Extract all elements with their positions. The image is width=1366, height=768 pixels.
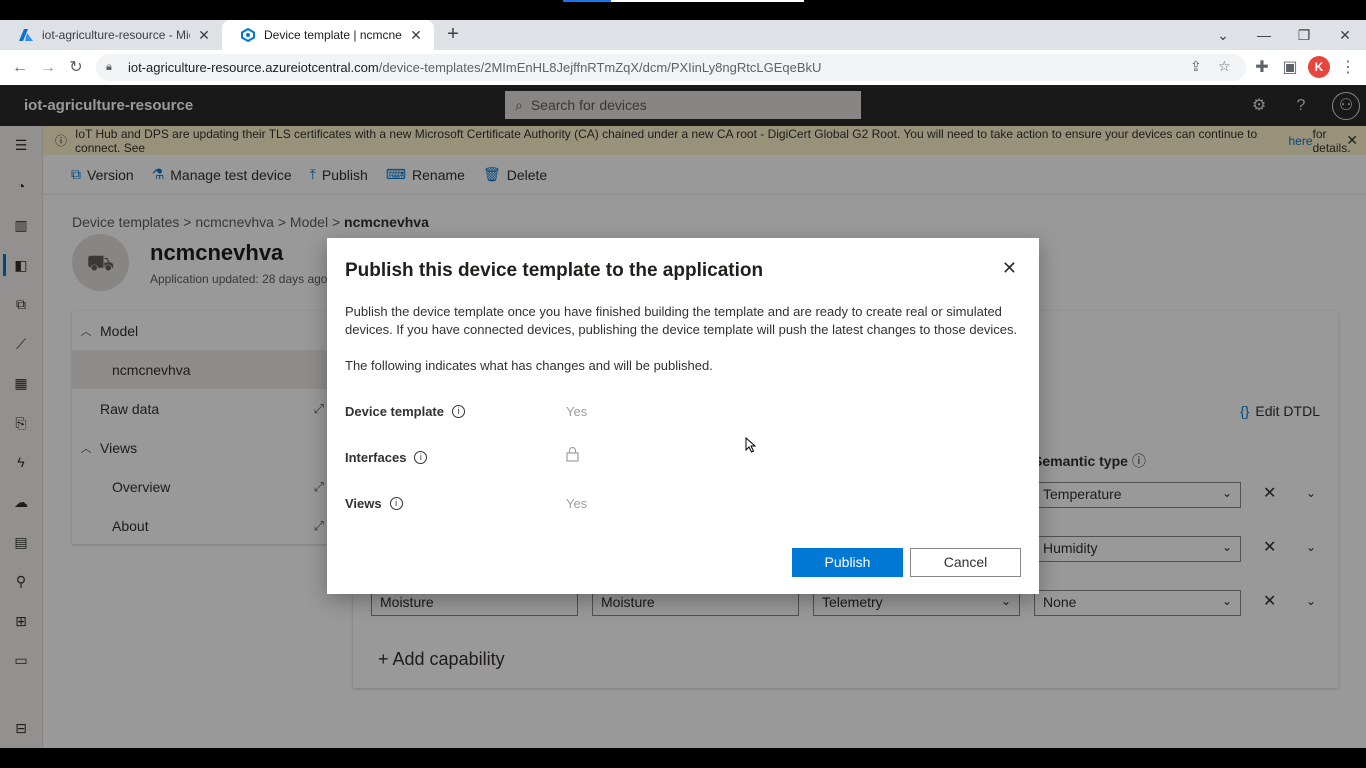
close-window-icon[interactable]: ✕ <box>1325 20 1365 50</box>
lock-icon: 🔒︎ <box>106 61 112 73</box>
dialog-changes-text: The following indicates what has changes… <box>345 358 713 373</box>
info-icon[interactable]: i <box>414 451 428 464</box>
top-strip-indicator-2 <box>611 0 804 2</box>
profile-avatar[interactable]: K <box>1308 56 1330 78</box>
address-bar[interactable]: 🔒︎ iot-agriculture-resource.azureiotcent… <box>96 54 1246 81</box>
url-path: /device-templates/2MImEnHL8JejffnRTmZqX/… <box>378 60 822 75</box>
close-tab-icon[interactable]: ✕ <box>408 27 424 44</box>
reload-icon[interactable]: ↻ <box>64 56 88 80</box>
publish-dialog: Publish this device template to the appl… <box>327 238 1039 594</box>
url-host: iot-agriculture-resource.azureiotcentral… <box>128 60 379 75</box>
bookmark-star-icon[interactable]: ☆ <box>1218 58 1231 75</box>
interfaces-label: Interfaces i <box>345 450 428 465</box>
lock-icon <box>566 446 579 465</box>
top-strip <box>0 0 1366 20</box>
views-label: Views i <box>345 496 403 511</box>
publish-button[interactable]: Publish <box>792 548 903 577</box>
extensions-icon[interactable]: ✚ <box>1250 56 1274 80</box>
info-icon[interactable]: i <box>389 497 403 510</box>
sidepanel-icon[interactable]: ▣ <box>1278 56 1302 80</box>
browser-toolbar: ← → ↻ 🔒︎ iot-agriculture-resource.azurei… <box>0 50 1366 85</box>
item-label: Views <box>345 496 382 511</box>
info-icon[interactable]: i <box>452 405 465 418</box>
item-label: Device template <box>345 404 444 419</box>
dialog-description: Publish the device template once you hav… <box>345 304 1018 337</box>
browser-tab-strip: iot-agriculture-resource - Micros ✕ Devi… <box>0 20 1366 50</box>
minimize-icon[interactable]: — <box>1244 20 1284 50</box>
forward-icon[interactable]: → <box>36 56 60 80</box>
restore-icon[interactable]: ❐ <box>1284 20 1324 50</box>
mouse-cursor-icon <box>745 437 757 453</box>
browser-tab-2[interactable]: Device template | ncmcnevhva, ic ✕ <box>222 20 434 50</box>
tab-search-icon[interactable]: ⌄ <box>1203 20 1243 50</box>
browser-menu-icon[interactable]: ⋮ <box>1336 56 1360 80</box>
views-value: Yes <box>566 496 588 511</box>
bottom-strip <box>0 748 1366 768</box>
tab-title: iot-agriculture-resource - Micros <box>42 28 190 42</box>
browser-tab-1[interactable]: iot-agriculture-resource - Micros ✕ <box>0 20 222 50</box>
close-tab-icon[interactable]: ✕ <box>196 27 212 44</box>
share-icon[interactable]: ⇪ <box>1190 58 1202 75</box>
cancel-button[interactable]: Cancel <box>910 548 1021 577</box>
back-icon[interactable]: ← <box>8 56 32 80</box>
dialog-title: Publish this device template to the appl… <box>345 260 764 281</box>
top-strip-indicator <box>563 0 611 2</box>
device-template-label: Device template i <box>345 404 465 419</box>
azure-icon <box>18 27 34 43</box>
item-label: Interfaces <box>345 450 407 465</box>
device-template-value: Yes <box>566 404 588 419</box>
new-tab-icon[interactable]: + <box>443 24 463 44</box>
iot-central-icon <box>240 27 256 43</box>
close-dialog-icon[interactable]: ✕ <box>1002 258 1017 279</box>
tab-title: Device template | ncmcnevhva, ic <box>264 28 402 42</box>
